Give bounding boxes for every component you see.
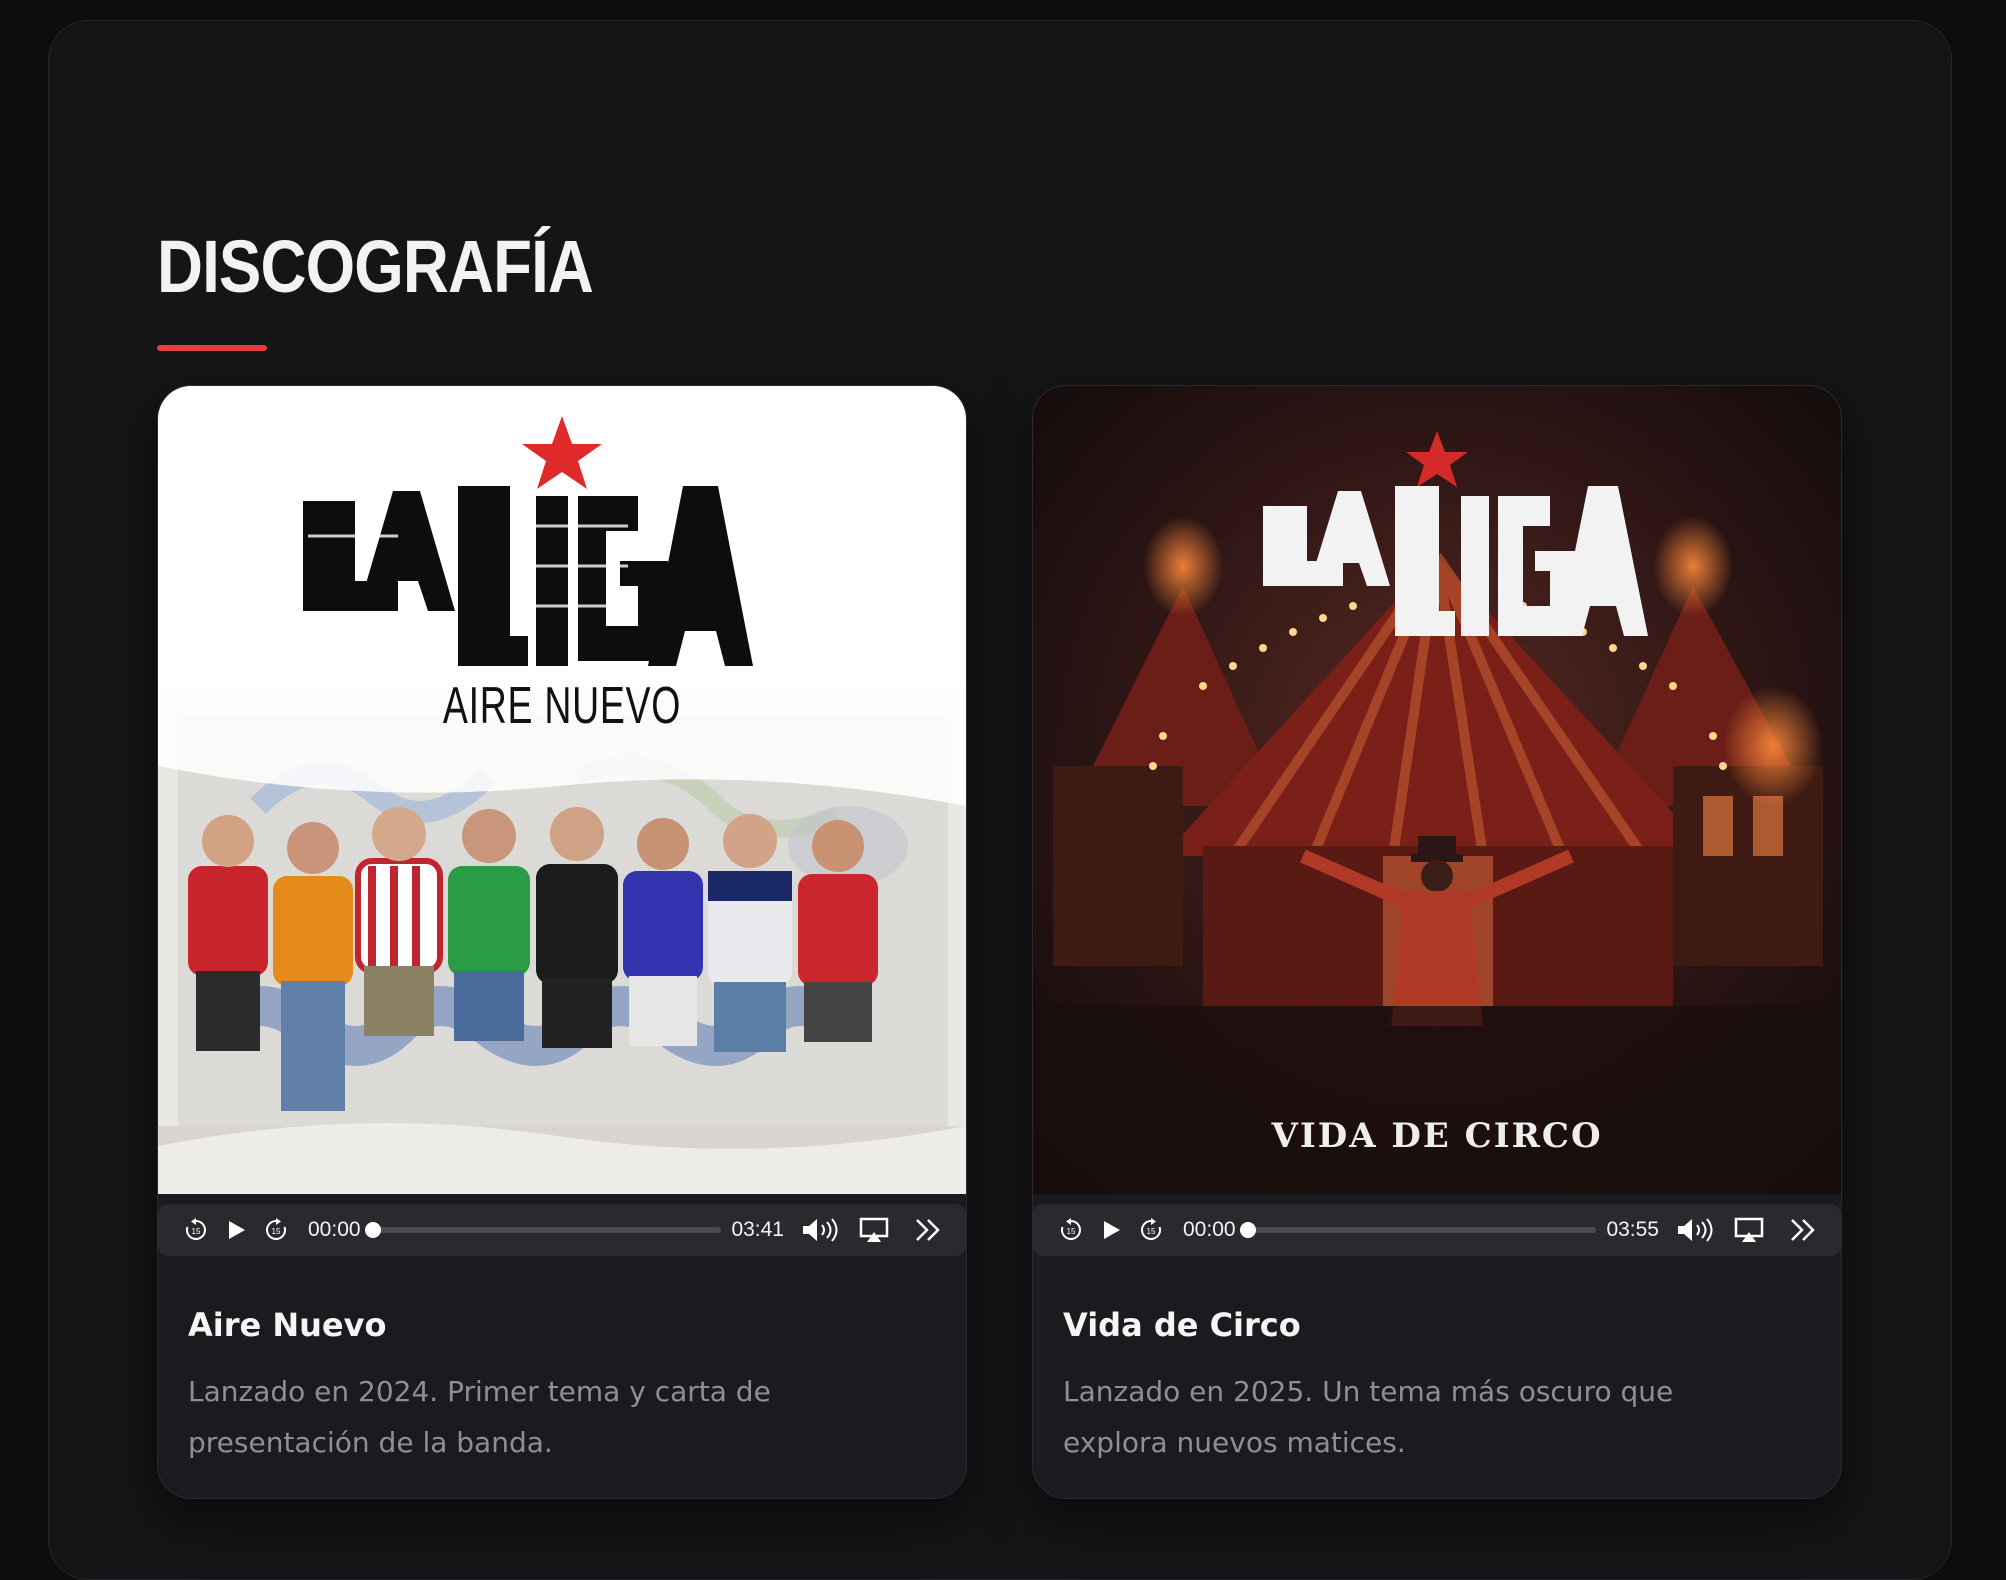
audio-player: 15 15 00:00 03:55 [1033,1204,1841,1256]
duration: 03:55 [1606,1218,1659,1241]
album-title: Aire Nuevo [188,1306,387,1344]
progress-thumb[interactable] [364,1222,381,1238]
chevrons-right-icon[interactable] [1783,1210,1823,1250]
album-card: VIDA DE CIRCO 15 15 00:00 03:55 Vida de … [1032,385,1842,1499]
airplay-icon[interactable] [854,1210,894,1250]
progress-thumb[interactable] [1239,1222,1256,1238]
play-icon[interactable] [216,1210,256,1250]
album-description: Lanzado en 2025. Un tema más oscuro que … [1063,1375,1674,1459]
album-cover-art-aire-nuevo [158,386,966,1194]
audio-player: 15 15 00:00 03:41 [158,1204,966,1256]
section-heading: DISCOGRAFÍA [157,225,594,308]
forward-15-icon[interactable]: 15 [1131,1210,1171,1250]
svg-text:15: 15 [192,1227,201,1236]
svg-text:15: 15 [1067,1227,1076,1236]
svg-text:15: 15 [1147,1227,1156,1236]
heading-underline [157,345,267,351]
album-cover: VIDA DE CIRCO [1033,386,1841,1194]
volume-icon[interactable] [1675,1210,1715,1250]
volume-icon[interactable] [800,1210,840,1250]
album-cover: AIRE NUEVO [158,386,966,1194]
cover-subtitle: AIRE NUEVO [442,677,682,735]
album-title: Vida de Circo [1063,1306,1301,1344]
svg-text:15: 15 [272,1227,281,1236]
progress-slider[interactable] [1239,1222,1597,1238]
airplay-icon[interactable] [1729,1210,1769,1250]
progress-slider[interactable] [364,1222,722,1238]
forward-15-icon[interactable]: 15 [256,1210,296,1250]
duration: 03:41 [731,1218,784,1241]
chevrons-right-icon[interactable] [908,1210,948,1250]
current-time: 00:00 [308,1218,361,1241]
cover-subtitle: VIDA DE CIRCO [1271,1116,1603,1156]
rewind-15-icon[interactable]: 15 [176,1210,216,1250]
current-time: 00:00 [1183,1218,1236,1241]
album-description: Lanzado en 2024. Primer tema y carta de … [188,1375,771,1459]
play-icon[interactable] [1091,1210,1131,1250]
album-card: AIRE NUEVO 15 15 00:00 03:41 Aire Nuevo … [157,385,967,1499]
rewind-15-icon[interactable]: 15 [1051,1210,1091,1250]
album-cover-art-vida-de-circo [1033,386,1841,1194]
